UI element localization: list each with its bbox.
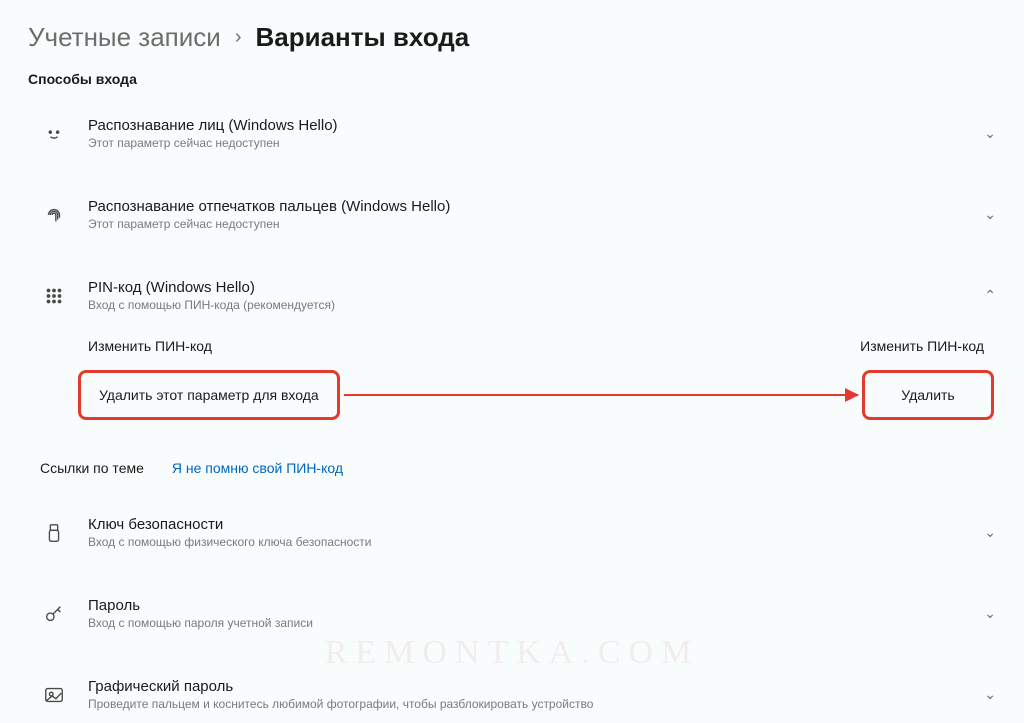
usb-key-icon — [40, 519, 68, 547]
option-title: Распознавание отпечатков пальцев (Window… — [88, 198, 984, 215]
change-pin-label-right: Изменить ПИН-код — [860, 338, 984, 354]
chevron-down-icon: ⌄ — [984, 206, 996, 223]
option-picture-password[interactable]: Графический пароль Проведите пальцем и к… — [0, 666, 1024, 723]
related-links: Ссылки по теме Я не помню свой ПИН-код — [0, 450, 1024, 494]
fingerprint-icon — [40, 201, 68, 229]
option-subtitle: Вход с помощью ПИН-кода (рекомендуется) — [88, 298, 984, 312]
forgot-pin-link[interactable]: Я не помню свой ПИН-код — [172, 460, 343, 476]
chevron-down-icon: ⌄ — [984, 686, 996, 703]
option-pin[interactable]: PIN-код (Windows Hello) Вход с помощью П… — [0, 267, 1024, 324]
option-title: Распознавание лиц (Windows Hello) — [88, 117, 984, 134]
option-security-key[interactable]: Ключ безопасности Вход с помощью физичес… — [0, 504, 1024, 561]
chevron-down-icon: ⌄ — [984, 605, 996, 622]
option-subtitle: Этот параметр сейчас недоступен — [88, 136, 984, 150]
option-face-recognition[interactable]: Распознавание лиц (Windows Hello) Этот п… — [0, 105, 1024, 162]
option-title: Графический пароль — [88, 678, 984, 695]
key-icon — [40, 600, 68, 628]
remove-pin-label: Удалить этот параметр для входа — [78, 370, 340, 420]
option-subtitle: Этот параметр сейчас недоступен — [88, 217, 984, 231]
breadcrumb-parent[interactable]: Учетные записи — [28, 22, 221, 53]
picture-icon — [40, 681, 68, 709]
remove-pin-button[interactable]: Удалить — [862, 370, 994, 420]
pin-expanded-panel: Изменить ПИН-код Изменить ПИН-код Удалит… — [0, 338, 1024, 450]
section-heading: Способы входа — [0, 71, 1024, 87]
option-subtitle: Проведите пальцем и коснитесь любимой фо… — [88, 697, 984, 711]
option-title: PIN-код (Windows Hello) — [88, 279, 984, 296]
option-subtitle: Вход с помощью пароля учетной записи — [88, 616, 984, 630]
face-icon — [40, 120, 68, 148]
page-title: Варианты входа — [255, 22, 469, 53]
option-subtitle: Вход с помощью физического ключа безопас… — [88, 535, 984, 549]
option-fingerprint[interactable]: Распознавание отпечатков пальцев (Window… — [0, 186, 1024, 243]
chevron-down-icon: ⌄ — [984, 524, 996, 541]
chevron-down-icon: ⌄ — [984, 125, 996, 142]
chevron-right-icon: › — [235, 26, 242, 49]
option-title: Ключ безопасности — [88, 516, 984, 533]
option-title: Пароль — [88, 597, 984, 614]
related-links-heading: Ссылки по теме — [40, 460, 144, 476]
chevron-up-icon: ⌃ — [984, 287, 996, 304]
change-pin-label-left: Изменить ПИН-код — [88, 338, 212, 354]
breadcrumb: Учетные записи › Варианты входа — [0, 0, 1024, 71]
annotation-arrow — [344, 394, 858, 396]
pin-keypad-icon — [40, 282, 68, 310]
option-password[interactable]: Пароль Вход с помощью пароля учетной зап… — [0, 585, 1024, 642]
